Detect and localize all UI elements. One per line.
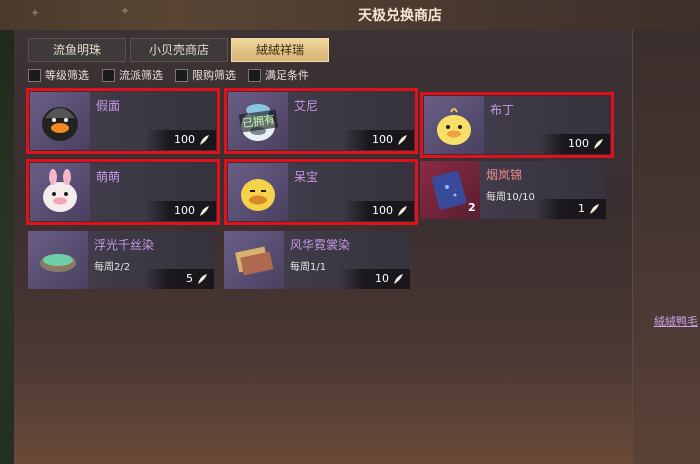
- feather-currency-icon: [398, 134, 407, 145]
- left-scenery: [0, 30, 14, 464]
- weekly-limit: 每周2/2: [94, 262, 131, 273]
- shop-title: 天极兑换商店: [358, 8, 442, 24]
- checkbox[interactable]: [28, 68, 41, 82]
- filter-school[interactable]: 流派筛选: [102, 67, 163, 83]
- filter-limit[interactable]: 限购筛选: [175, 67, 236, 83]
- shop-item-card[interactable]: 萌萌 100: [26, 159, 220, 225]
- shop-item-card[interactable]: 浮光千丝染 每周2/2 5: [28, 231, 214, 289]
- shop-item-card[interactable]: 已拥有 艾尼 100: [224, 88, 418, 154]
- checkbox[interactable]: [248, 68, 261, 82]
- black-duck-mask-icon: [30, 92, 90, 150]
- price-value: 100: [174, 204, 195, 217]
- filter-label: 限购筛选: [192, 69, 236, 82]
- right-side-panel: [632, 30, 700, 464]
- item-name: 风华霓裳染: [290, 238, 351, 252]
- yellow-duck-icon: [228, 163, 288, 221]
- weekly-limit: 每周1/1: [290, 262, 327, 273]
- item-name: 浮光千丝染: [94, 238, 155, 252]
- title-bar: 天极兑换商店 ✦ ✦: [0, 0, 700, 31]
- fabric-bundle-icon: [224, 231, 284, 289]
- price-value: 100: [372, 133, 393, 146]
- filter-label: 流派筛选: [119, 69, 163, 82]
- item-name: 烟岚锦: [486, 168, 523, 182]
- shop-item-card[interactable]: 2 烟岚锦 每周10/10 1: [420, 161, 606, 219]
- item-price: 5: [186, 272, 208, 285]
- item-name: 萌萌: [96, 170, 121, 184]
- tab-fluffy[interactable]: 絨絨祥瑞: [231, 38, 329, 62]
- item-price: 1: [578, 202, 600, 215]
- feather-currency-icon: [198, 273, 207, 284]
- tab-pearl[interactable]: 流鱼明珠: [28, 38, 126, 62]
- decor-star-icon: ✦: [30, 6, 41, 20]
- feather-currency-icon: [594, 138, 603, 149]
- feather-currency-icon: [590, 203, 599, 214]
- shop-item-card[interactable]: 假面 100: [26, 88, 220, 154]
- weekly-limit: 每周10/10: [486, 192, 535, 203]
- item-price: 100: [174, 133, 210, 146]
- tab-shell-shop[interactable]: 小贝壳商店: [130, 38, 228, 62]
- price-value: 100: [568, 137, 589, 150]
- price-value: 10: [375, 272, 389, 285]
- item-name: 布丁: [490, 103, 515, 117]
- item-price: 100: [568, 137, 604, 150]
- item-name: 假面: [96, 99, 121, 113]
- decor-star-icon: ✦: [120, 4, 131, 18]
- price-value: 100: [372, 204, 393, 217]
- shop-item-card[interactable]: 布丁 100: [420, 92, 614, 158]
- blue-duck-icon: 已拥有: [228, 92, 288, 150]
- item-price: 10: [375, 272, 404, 285]
- item-quantity: 2: [468, 201, 476, 214]
- side-link[interactable]: 絨絨鸭毛: [654, 313, 698, 329]
- pink-bunny-duck-icon: [30, 163, 90, 221]
- price-value: 1: [578, 202, 585, 215]
- item-name: 艾尼: [294, 99, 319, 113]
- shop-item-card[interactable]: 风华霓裳染 每周1/1 10: [224, 231, 410, 289]
- price-value: 5: [186, 272, 193, 285]
- filter-level[interactable]: 等级筛选: [28, 67, 89, 83]
- checkbox[interactable]: [175, 68, 188, 82]
- dye-bowl-icon: [28, 231, 88, 289]
- feather-currency-icon: [200, 205, 209, 216]
- filter-label: 满足条件: [265, 69, 309, 82]
- feather-currency-icon: [200, 134, 209, 145]
- item-name: 呆宝: [294, 170, 319, 184]
- feather-currency-icon: [394, 273, 403, 284]
- filter-label: 等级筛选: [45, 69, 89, 82]
- item-price: 100: [372, 204, 408, 217]
- item-price: 100: [372, 133, 408, 146]
- feather-currency-icon: [398, 205, 407, 216]
- price-value: 100: [174, 133, 195, 146]
- checkbox[interactable]: [102, 68, 115, 82]
- item-price: 100: [174, 204, 210, 217]
- shop-item-card[interactable]: 呆宝 100: [224, 159, 418, 225]
- filter-satisfy[interactable]: 满足条件: [248, 67, 309, 83]
- yellow-chick-icon: [424, 96, 484, 154]
